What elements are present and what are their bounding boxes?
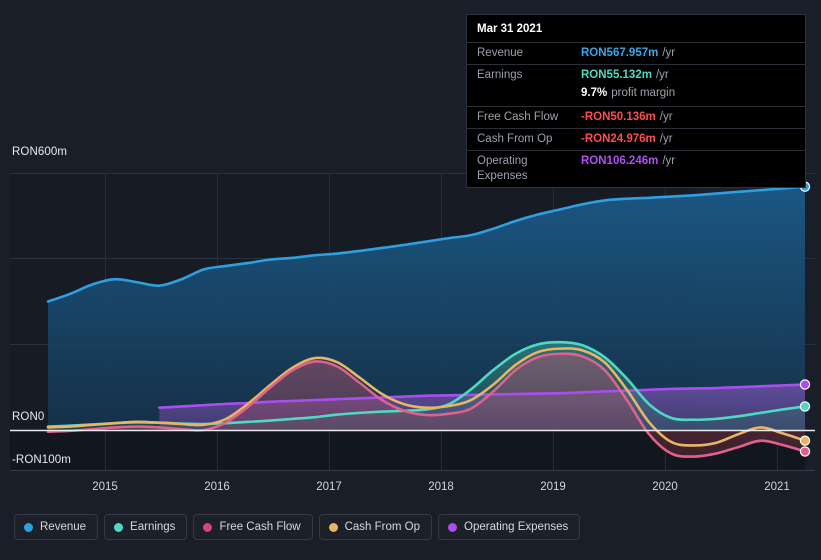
data-point-tooltip: Mar 31 2021 Revenue RON567.957m /yr Earn… [466,14,806,188]
endpoint-marker-cash-from-op [801,436,809,445]
tooltip-value-free-cash-flow: -RON50.136m [581,111,656,123]
legend-label-revenue: Revenue [40,521,87,533]
tooltip-label-operating-expenses: Operating Expenses [477,155,528,182]
chart-legend: Revenue Earnings Free Cash Flow Cash Fro… [14,514,581,540]
tooltip-label-profit-margin: profit margin [611,87,676,99]
legend-item-revenue[interactable]: Revenue [14,514,99,540]
legend-swatch-free-cash-flow-icon [203,522,213,532]
y-tick-label-neg100m: -RON100m [12,454,71,466]
y-tick-label-zero: RON0 [12,411,45,423]
x-tick-label-2019: 2019 [540,481,566,493]
legend-label-cash-from-op: Cash From Op [344,521,421,533]
tooltip-unit-operating-expenses: /yr [662,155,676,167]
tooltip-unit-cash-from-op: /yr [659,133,673,145]
legend-item-cash-from-op[interactable]: Cash From Op [318,514,433,540]
tooltip-value-earnings: RON55.132m [581,69,652,81]
tooltip-label-earnings: Earnings [477,69,523,81]
tooltip-row-free-cash-flow: Free Cash Flow -RON50.136m /yr [467,106,805,128]
legend-item-operating-expenses[interactable]: Operating Expenses [438,514,581,540]
x-tick-label-2018: 2018 [428,481,454,493]
x-tick-label-2015: 2015 [92,481,118,493]
y-tick-label-600m: RON600m [0,146,73,158]
tooltip-unit-free-cash-flow: /yr [659,111,673,123]
tooltip-value-cash-from-op: -RON24.976m [581,133,656,145]
legend-swatch-revenue-icon [24,522,33,532]
tooltip-label-revenue: Revenue [477,47,524,59]
x-tick-label-2016: 2016 [204,481,230,493]
tooltip-label-cash-from-op: Cash From Op [477,133,553,145]
tooltip-row-revenue: Revenue RON567.957m /yr [467,42,805,64]
tooltip-date: Mar 31 2021 [477,23,543,35]
x-tick-label-2017: 2017 [316,481,342,493]
legend-label-operating-expenses: Operating Expenses [464,521,569,533]
legend-label-earnings: Earnings [130,521,176,533]
financial-chart: RON600m RON0 -RON100m 2015 2016 2017 201… [0,0,821,560]
tooltip-row-cash-from-op: Cash From Op -RON24.976m /yr [467,128,805,150]
tooltip-label-free-cash-flow: Free Cash Flow [477,111,559,123]
endpoint-marker-free-cash-flow [801,447,809,456]
endpoint-marker-earnings [801,402,809,411]
tooltip-unit-earnings: /yr [655,69,669,81]
legend-item-free-cash-flow[interactable]: Free Cash Flow [193,514,313,540]
x-tick-label-2020: 2020 [652,481,678,493]
tooltip-value-revenue: RON567.957m [581,47,659,59]
tooltip-value-operating-expenses: RON106.246m [581,155,659,167]
x-tick-label-2021: 2021 [764,481,790,493]
legend-item-earnings[interactable]: Earnings [104,514,188,540]
legend-swatch-operating-expenses-icon [448,522,458,532]
tooltip-value-profit-margin: 9.7% [581,87,608,99]
tooltip-row-operating-expenses: Operating Expenses RON106.246m /yr [467,150,805,187]
legend-swatch-earnings-icon [114,522,124,532]
endpoint-marker-operating-expenses [801,380,809,389]
tooltip-row-profit-margin: 9.7% profit margin [467,86,805,106]
legend-label-free-cash-flow: Free Cash Flow [219,521,301,533]
tooltip-row-earnings: Earnings RON55.132m /yr [467,64,805,86]
legend-swatch-cash-from-op-icon [328,522,338,532]
tooltip-unit-revenue: /yr [662,47,676,59]
